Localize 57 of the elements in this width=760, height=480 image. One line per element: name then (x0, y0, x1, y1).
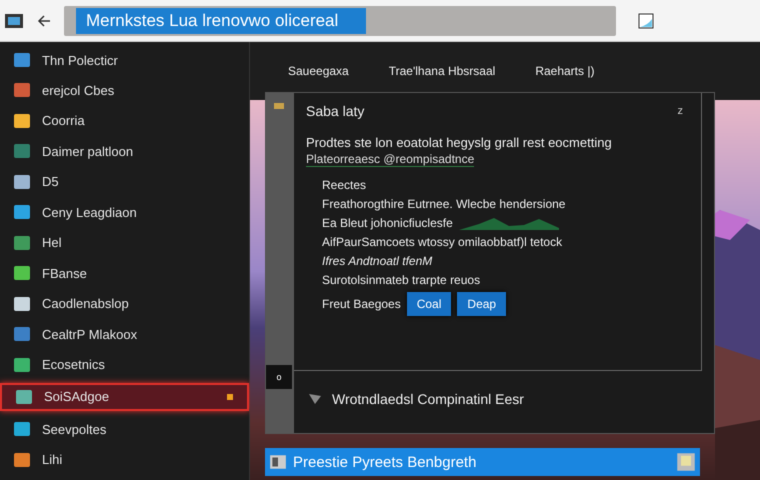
sidebar-item[interactable]: Caodlenabslop (0, 292, 249, 316)
status-text: Preestie Pyreets Benbgreth (293, 454, 476, 470)
body-text: AifPaurSamcoets wtossy omilaobbatf)l tetock (322, 235, 562, 249)
item-label: FBanse (42, 266, 87, 281)
dialog-title: Saba laty (306, 103, 364, 119)
window-icon[interactable] (638, 12, 654, 28)
item-label: Hel (42, 235, 62, 250)
body-text: Surotolsinmateb trarpte reuos (322, 273, 480, 287)
sidebar-item[interactable]: CealtrP Mlakoox (0, 322, 249, 346)
tab[interactable]: Raeharts |) (535, 64, 594, 78)
tab[interactable]: Trae'lhana Hbsrsaal (388, 64, 496, 78)
sidebar-item[interactable]: Ceny Leagdiaon (0, 200, 249, 224)
sidebar-item[interactable]: Hel (0, 230, 249, 255)
item-label: Coorria (42, 113, 85, 128)
body-text: Ifres Andtnoatl tfenM (322, 254, 432, 268)
gutter-mark: o (266, 365, 292, 389)
item-label: Ceny Leagdiaon (42, 204, 137, 220)
link[interactable]: Plateorreaesc @reompisadtnce (306, 152, 474, 167)
item-label: Ecosetnics (42, 357, 105, 372)
body-text: Reectes (322, 178, 366, 192)
body-text: Freathorogthire Eutrnee. Wlecbe hendersione (322, 197, 566, 211)
intro-text: Prodtes ste lon eoatolat hegyslg grall rest eocmetting (306, 135, 613, 150)
sidebar-item[interactable]: Coorria (0, 108, 249, 133)
drive-icon (269, 454, 287, 470)
flag-icon (274, 103, 284, 109)
sidebar-item[interactable]: Seevpoltes (0, 417, 249, 442)
item-label: Daimer paltloon (42, 144, 134, 159)
close-button[interactable]: z (672, 104, 689, 118)
item-label: erejcol Cbes (42, 82, 114, 98)
body-text: Ea Bleut johonicfiuclesfe (322, 216, 453, 230)
chevron-icon[interactable] (308, 393, 322, 405)
marker-icon (227, 394, 233, 400)
tab[interactable]: Saueegaxa (288, 64, 349, 78)
sidebar-item[interactable]: Ecosetnics (0, 352, 249, 377)
sidebar-item[interactable]: D5 (0, 170, 249, 194)
selected-text: Mernkstes Lua lrenovwo olicereal (76, 8, 366, 34)
item-label: SoiSAdgoe (44, 389, 110, 404)
sidebar-item[interactable]: Daimer paltloon (0, 139, 249, 164)
item-label: CealtrP Mlakoox (42, 326, 138, 342)
document-icon[interactable] (676, 452, 696, 472)
back-arrow-icon[interactable] (36, 12, 52, 28)
address-field[interactable]: Mernkstes Lua lrenovwo olicereal (64, 6, 616, 36)
item-label: Seevpoltes (42, 422, 106, 437)
dialog-button[interactable]: Deap (457, 292, 506, 316)
footer-text: Wrotndlaedsl Compinatinl Eesr (332, 391, 524, 407)
item-label: Lihi (42, 452, 62, 468)
sidebar-item[interactable]: FBanse (0, 261, 249, 286)
sidebar-item[interactable]: Lihi (0, 448, 249, 472)
app-icon[interactable] (4, 12, 24, 28)
sidebar-item[interactable]: Thn Polecticr (0, 48, 249, 72)
item-label: D5 (42, 174, 59, 190)
item-label: Caodlenabslop (42, 296, 129, 312)
sidebar-item[interactable]: SoiSAdgoe (0, 382, 249, 411)
dialog-button[interactable]: Coal (406, 292, 452, 316)
sidebar-item[interactable]: erejcol Cbes (0, 78, 249, 102)
action-label: Freut Baegoes (322, 297, 401, 311)
item-label: Thn Polecticr (42, 52, 118, 68)
